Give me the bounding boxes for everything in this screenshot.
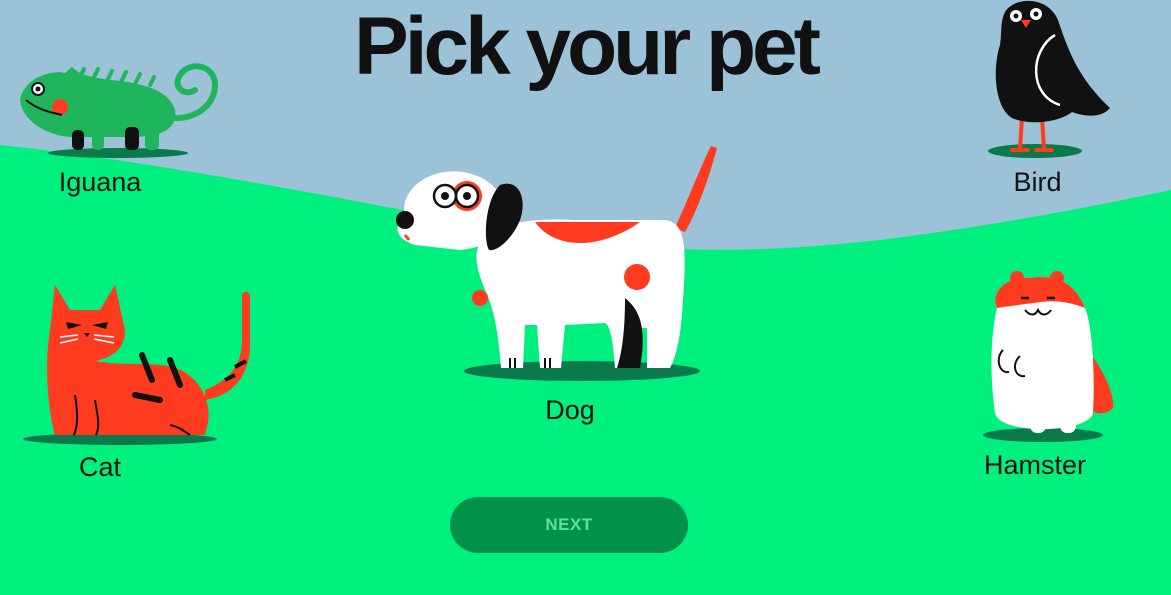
iguana-icon [20, 63, 219, 158]
pet-label-cat: Cat [78, 452, 122, 482]
pet-label-bird: Bird [1013, 167, 1062, 197]
pet-option-bird[interactable]: Bird [960, 0, 1115, 205]
cat-icon [23, 285, 250, 445]
pet-label-hamster: Hamster [983, 450, 1086, 480]
pet-label-iguana: Iguana [58, 167, 142, 197]
next-button[interactable]: NEXT [450, 497, 688, 553]
pet-option-cat[interactable]: Cat [20, 285, 255, 490]
pet-label-dog: Dog [545, 395, 595, 425]
dog-icon [396, 146, 717, 381]
pet-option-iguana[interactable]: Iguana [10, 55, 220, 205]
hamster-icon [983, 271, 1114, 442]
bird-icon [988, 0, 1110, 158]
pet-option-hamster[interactable]: Hamster [975, 268, 1125, 488]
pet-option-dog[interactable]: Dog [385, 140, 717, 430]
